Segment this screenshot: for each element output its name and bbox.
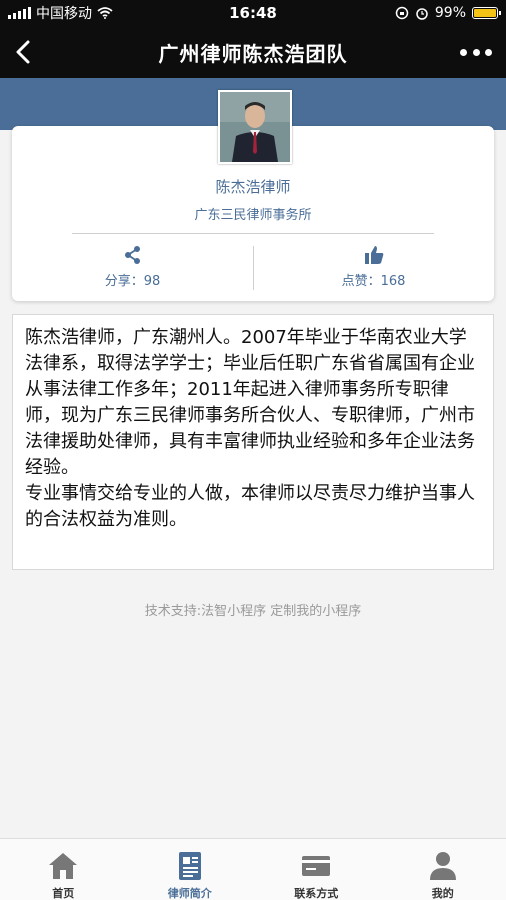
carrier-label: 中国移动 [36,6,92,22]
battery-level [474,9,496,17]
bio-paragraph: 陈杰浩律师，广东潮州人。2007年毕业于华南农业大学法律系，取得法学学士；毕业后… [25,327,475,478]
tab-label: 首页 [52,887,75,900]
avatar [218,90,292,164]
share-count: 分享：98 [104,274,161,289]
tab-home[interactable]: 首页 [0,839,127,900]
tab-bar: 首页 律师简介 联系方式 我的 [0,838,506,900]
battery-icon [472,7,501,19]
like-count: 点赞：168 [341,274,406,289]
contact-card-icon [302,856,331,876]
bio-box: 陈杰浩律师，广东潮州人。2007年毕业于华南农业大学法律系，取得法学学士；毕业后… [12,314,494,570]
home-icon [49,853,78,879]
thumbs-up-icon [364,246,383,264]
battery-percent: 99% [434,5,466,21]
nav-bar: 广州律师陈杰浩团队 [0,26,506,78]
status-left: 中国移动 [8,3,188,23]
profile-card: 陈杰浩律师 广东三民律师事务所 分享：98 点赞：168 [12,90,494,301]
lawyer-name: 陈杰浩律师 [215,178,291,196]
chevron-left-icon[interactable] [12,38,36,66]
wifi-icon [97,7,113,19]
status-right: 99% [318,5,501,21]
bio-paragraph: 专业事情交给专业的人做，本律师以尽责尽力维护当事人的合法权益为准则。 [25,483,475,530]
tab-mine[interactable]: 我的 [380,839,506,900]
clock-time: 16:48 [229,4,277,22]
page-title: 广州律师陈杰浩团队 [158,41,348,66]
signal-icon [8,7,31,19]
rotation-lock-icon [395,6,409,20]
profile-doc-icon [178,852,201,880]
alarm-icon [416,8,428,20]
tech-support-link[interactable]: 技术支持:法智小程序 定制我的小程序 [0,600,506,619]
lawyer-portrait [220,92,290,162]
divider [72,233,434,234]
like-button[interactable]: 点赞：168 [253,244,494,289]
more-dots-icon[interactable] [460,40,492,64]
firm-name: 广东三民律师事务所 [194,208,312,223]
tab-contact[interactable]: 联系方式 [253,839,380,900]
tab-label: 我的 [431,887,454,900]
share-button[interactable]: 分享：98 [12,244,253,289]
share-icon [124,246,140,264]
bio-text: 陈杰浩律师，广东潮州人。2007年毕业于华南农业大学法律系，取得法学学士；毕业后… [25,325,481,533]
status-bar: 中国移动 16:48 99% [0,0,506,26]
tab-label: 律师简介 [167,887,212,900]
user-icon [429,852,456,880]
tab-label: 联系方式 [294,887,339,900]
tab-lawyer-profile[interactable]: 律师简介 [127,839,254,900]
